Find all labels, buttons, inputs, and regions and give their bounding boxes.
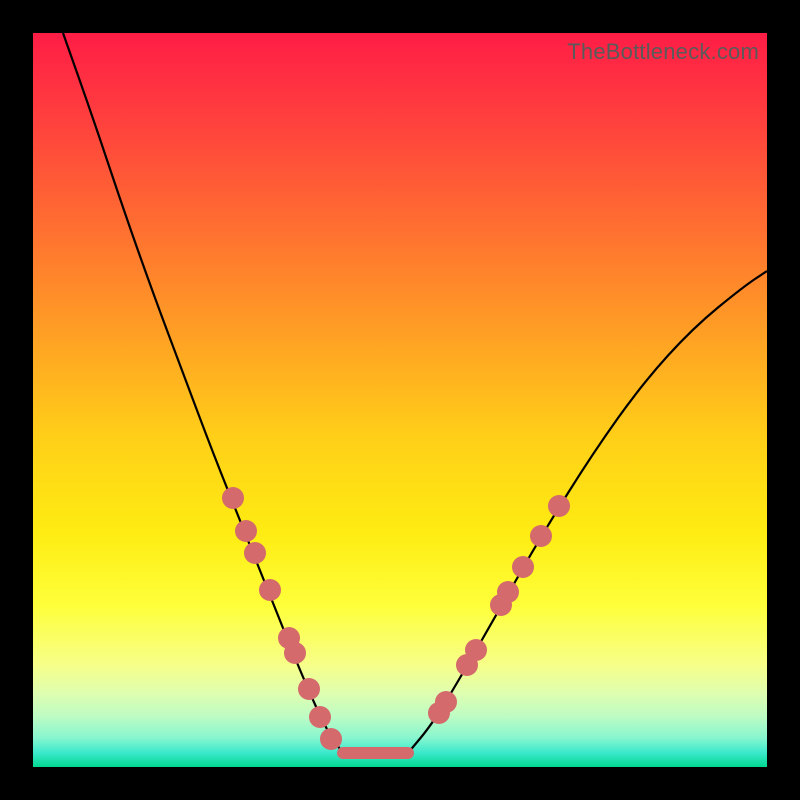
highlight-dot	[309, 706, 331, 728]
highlight-dot	[222, 487, 244, 509]
highlight-dot	[497, 581, 519, 603]
highlight-dot	[465, 639, 487, 661]
highlight-dot	[284, 642, 306, 664]
highlight-dot	[298, 678, 320, 700]
highlight-dot	[548, 495, 570, 517]
right-curve	[408, 271, 767, 753]
highlight-dot	[320, 728, 342, 750]
highlight-dot	[435, 691, 457, 713]
chart-container: TheBottleneck.com	[0, 0, 800, 800]
highlight-dot	[530, 525, 552, 547]
highlight-dots-group	[222, 487, 570, 750]
plot-area: TheBottleneck.com	[33, 33, 767, 767]
highlight-dot	[512, 556, 534, 578]
highlight-dot	[259, 579, 281, 601]
highlight-dot	[235, 520, 257, 542]
curve-svg	[33, 33, 767, 767]
highlight-dot	[244, 542, 266, 564]
watermark-text: TheBottleneck.com	[567, 39, 759, 65]
